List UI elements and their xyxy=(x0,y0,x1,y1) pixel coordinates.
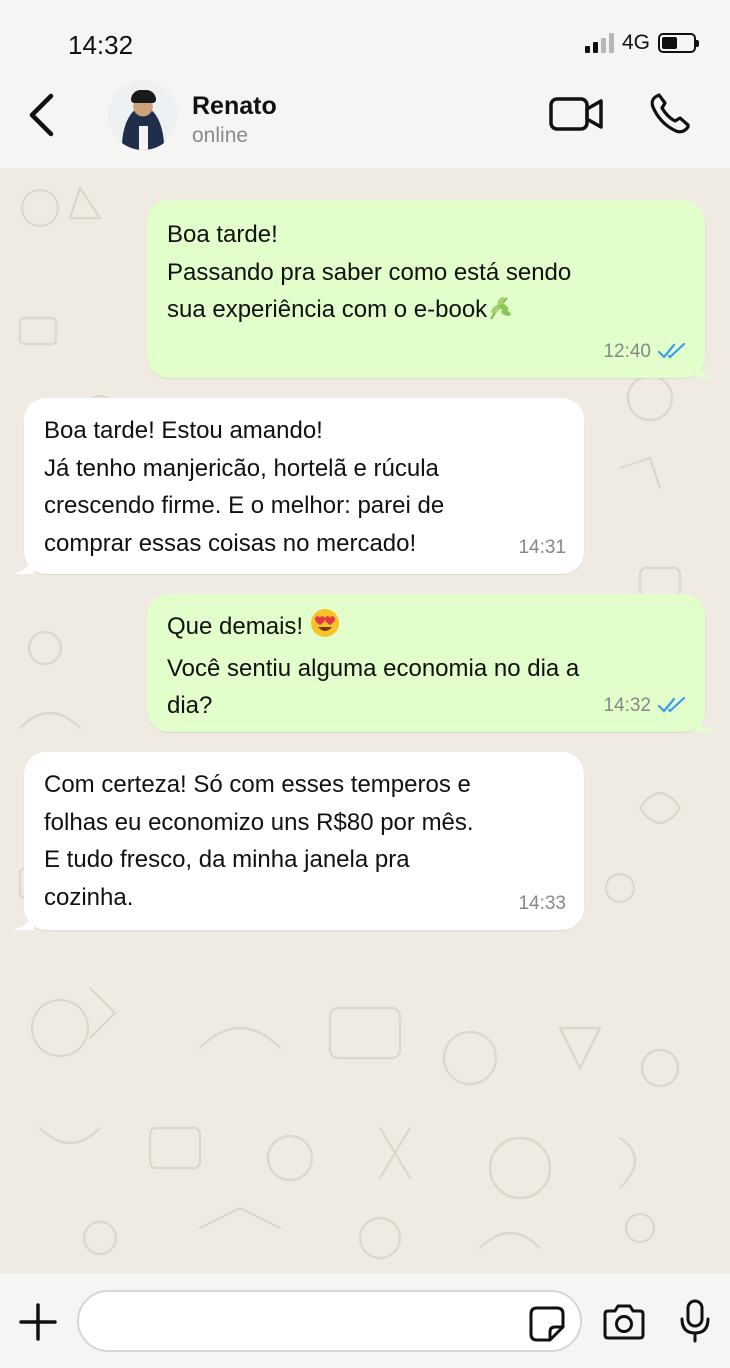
message-meta: 14:31 xyxy=(518,529,566,567)
video-camera-icon[interactable] xyxy=(548,94,604,134)
heart-eyes-emoji xyxy=(310,608,340,650)
contact-status: online xyxy=(192,124,249,147)
battery-icon xyxy=(658,33,699,53)
chat-header: Renato online xyxy=(0,78,730,168)
contact-name[interactable]: Renato xyxy=(192,92,277,121)
camera-icon[interactable] xyxy=(601,1304,647,1340)
signal-icon xyxy=(584,33,614,53)
message-bubble-incoming[interactable]: Com certeza! Só com esses temperos e fol… xyxy=(12,752,584,930)
message-text: Boa tarde! Estou amando! Já tenho manjer… xyxy=(44,417,445,557)
message-time: 14:31 xyxy=(518,536,566,558)
message-time: 12:40 xyxy=(603,340,651,362)
message-bubble-outgoing[interactable]: Que demais! Você sentiu alguma economia … xyxy=(147,594,715,732)
microphone-icon[interactable] xyxy=(678,1298,712,1344)
bubble-tail xyxy=(12,912,34,930)
herb-emoji xyxy=(487,295,513,333)
status-time: 14:32 xyxy=(68,30,134,60)
message-bubble-outgoing[interactable]: Boa tarde! Passando pra saber como está … xyxy=(147,200,715,378)
network-type: 4G xyxy=(621,31,650,54)
status-bar: 14:32 4G xyxy=(0,0,730,78)
message-time: 14:32 xyxy=(603,694,651,716)
bubble-tail xyxy=(695,714,715,732)
message-meta: 14:32 xyxy=(603,687,687,725)
message-composer xyxy=(0,1274,730,1368)
message-input[interactable] xyxy=(99,1304,519,1340)
bubble-tail xyxy=(12,556,34,574)
plus-icon[interactable] xyxy=(18,1302,58,1342)
message-input-wrapper[interactable] xyxy=(77,1290,582,1352)
message-bubble-incoming[interactable]: Boa tarde! Estou amando! Já tenho manjer… xyxy=(12,398,584,574)
status-indicators: 4G xyxy=(584,31,699,55)
message-text: Com certeza! Só com esses temperos e fol… xyxy=(44,771,474,911)
avatar[interactable] xyxy=(108,80,178,150)
double-check-read-icon xyxy=(657,697,686,713)
chat-area[interactable]: Boa tarde! Passando pra saber como está … xyxy=(0,168,730,1274)
message-time: 14:33 xyxy=(518,892,566,914)
message-meta: 14:33 xyxy=(518,885,566,923)
message-text: Você sentiu alguma economia no dia a dia… xyxy=(167,654,580,720)
chevron-left-icon[interactable] xyxy=(24,92,64,138)
sticker-icon[interactable] xyxy=(528,1305,566,1343)
double-check-read-icon xyxy=(657,343,686,359)
message-meta: 12:40 xyxy=(603,333,687,371)
message-text-start: Que demais! xyxy=(167,613,310,640)
bubble-tail xyxy=(695,360,715,378)
phone-icon[interactable] xyxy=(648,92,692,136)
